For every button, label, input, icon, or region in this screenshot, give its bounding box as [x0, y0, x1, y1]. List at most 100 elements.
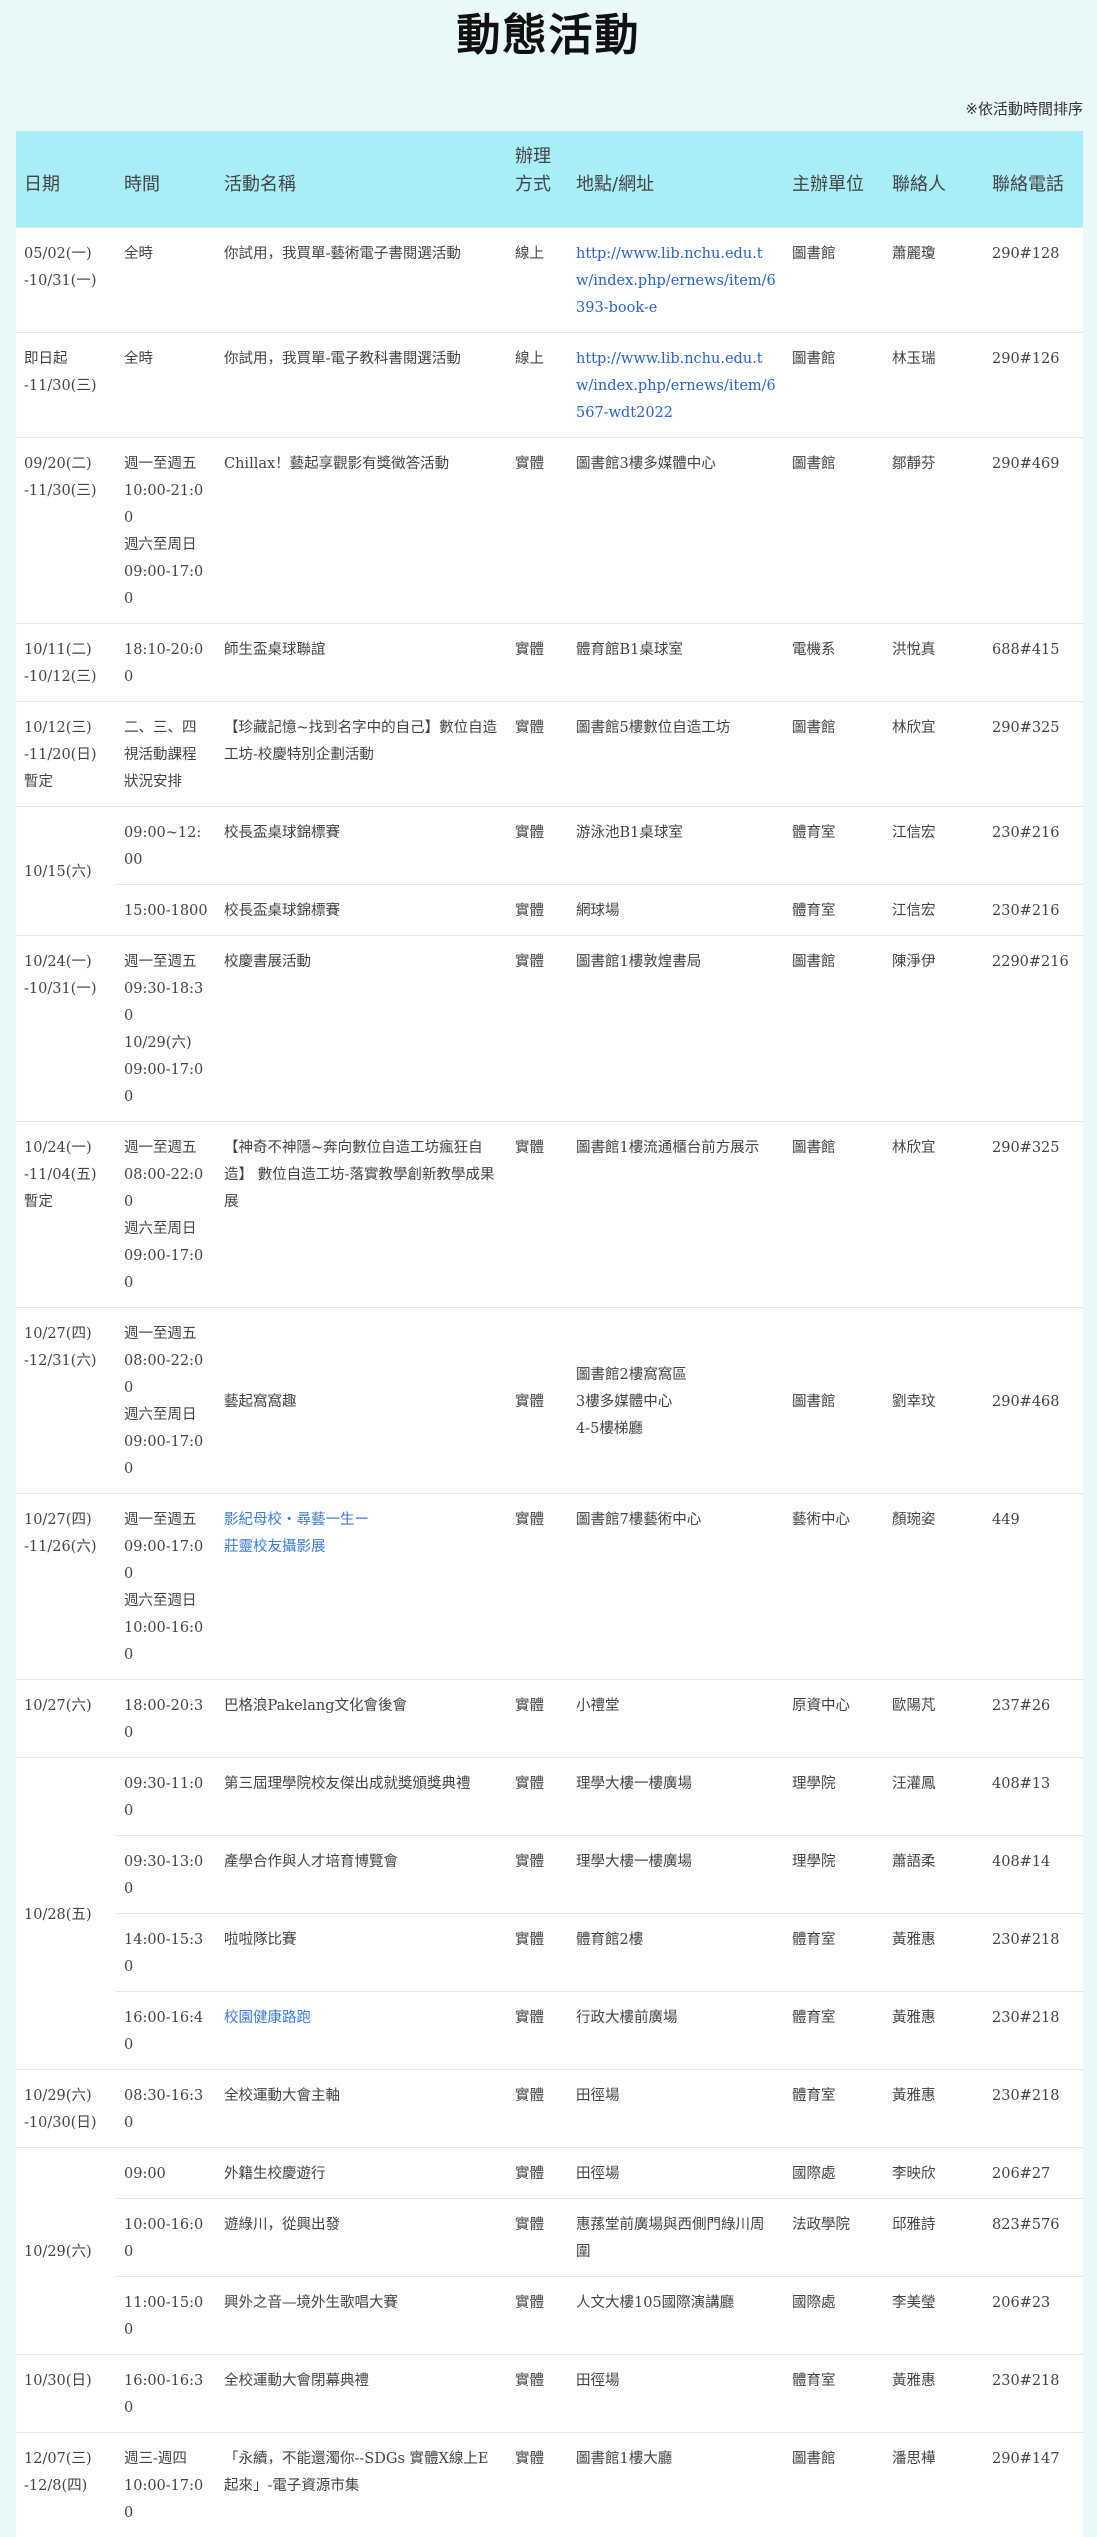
- cell-name: 你試用，我買單-電子教科書閱選活動: [216, 333, 507, 438]
- cell-phone: 237#26: [984, 1680, 1083, 1758]
- activity-name-link[interactable]: 影紀母校‧尋藝一生ー莊靈校友攝影展: [224, 1507, 499, 1561]
- cell-phone: 206#23: [984, 2277, 1083, 2355]
- table-row: 05/02(一)-10/31(一)全時你試用，我買單-藝術電子書閱選活動線上ht…: [16, 228, 1083, 333]
- cell-mode: 實體: [507, 1758, 568, 1836]
- cell-time: 11:00-15:00: [116, 2277, 216, 2355]
- cell-mode: 實體: [507, 624, 568, 702]
- cell-org: 原資中心: [784, 1680, 884, 1758]
- cell-phone: 230#216: [984, 807, 1083, 885]
- cell-mode: 實體: [507, 936, 568, 1122]
- cell-name: 巴格浪Pakelang文化會後會: [216, 1680, 507, 1758]
- cell-time: 15:00-1800: [116, 885, 216, 936]
- page-title: 動態活動: [0, 0, 1097, 70]
- cell-date: 10/11(二)-10/12(三): [16, 624, 116, 702]
- cell-place: 圖書館1樓大廳: [568, 2433, 784, 2537]
- cell-contact: 李映欣: [884, 2148, 984, 2199]
- cell-org: 藝術中心: [784, 1494, 884, 1680]
- cell-place: 理學大樓一樓廣場: [568, 1758, 784, 1836]
- cell-mode: 實體: [507, 1680, 568, 1758]
- cell-name: 【神奇不神隱~奔向數位自造工坊瘋狂自造】 數位自造工坊-落實教學創新教學成果展: [216, 1122, 507, 1308]
- cell-time: 14:00-15:30: [116, 1914, 216, 1992]
- table-row: 10/29(六)-10/30(日)08:30-16:30全校運動大會主軸實體田徑…: [16, 2070, 1083, 2148]
- table-row: 10/11(二)-10/12(三)18:10-20:00師生盃桌球聯誼實體體育館…: [16, 624, 1083, 702]
- cell-org: 圖書館: [784, 438, 884, 624]
- cell-phone: 408#13: [984, 1758, 1083, 1836]
- cell-phone: 230#218: [984, 2070, 1083, 2148]
- cell-mode: 線上: [507, 333, 568, 438]
- cell-org: 體育室: [784, 2070, 884, 2148]
- cell-name: 外籍生校慶遊行: [216, 2148, 507, 2199]
- activity-url-link[interactable]: http://www.lib.nchu.edu.tw/index.php/ern…: [576, 351, 776, 421]
- table-row: 09/20(二)-11/30(三)週一至週五10:00-21:00週六至周日09…: [16, 438, 1083, 624]
- cell-contact: 歐陽芃: [884, 1680, 984, 1758]
- cell-place: 田徑場: [568, 2355, 784, 2433]
- header-org: 主辦單位: [784, 131, 884, 228]
- header-time: 時間: [116, 131, 216, 228]
- cell-contact: 江信宏: [884, 885, 984, 936]
- cell-date: 10/24(一)-11/04(五)暫定: [16, 1122, 116, 1308]
- cell-name: 師生盃桌球聯誼: [216, 624, 507, 702]
- cell-org: 體育室: [784, 885, 884, 936]
- cell-mode: 實體: [507, 1308, 568, 1494]
- cell-mode: 實體: [507, 1494, 568, 1680]
- cell-contact: 陳淨伊: [884, 936, 984, 1122]
- cell-contact: 林玉瑞: [884, 333, 984, 438]
- cell-date: 10/27(四)-11/26(六): [16, 1494, 116, 1680]
- cell-org: 圖書館: [784, 1308, 884, 1494]
- cell-name: 全校運動大會主軸: [216, 2070, 507, 2148]
- cell-org: 圖書館: [784, 1122, 884, 1308]
- cell-date: 10/12(三)-11/20(日)暫定: [16, 702, 116, 807]
- table-row: 10/27(四)-11/26(六)週一至週五09:00-17:00週六至週日10…: [16, 1494, 1083, 1680]
- cell-mode: 實體: [507, 2199, 568, 2277]
- cell-time: 16:00-16:40: [116, 1992, 216, 2070]
- cell-mode: 實體: [507, 2148, 568, 2199]
- cell-time: 週一至週五09:30-18:3010/29(六)09:00-17:00: [116, 936, 216, 1122]
- cell-phone: 230#216: [984, 885, 1083, 936]
- cell-org: 圖書館: [784, 333, 884, 438]
- cell-time: 16:00-16:30: [116, 2355, 216, 2433]
- events-table: 日期 時間 活動名稱 辦理方式 地點/網址 主辦單位 聯絡人 聯絡電話 05/0…: [16, 131, 1083, 2537]
- cell-date: 10/27(四)-12/31(六): [16, 1308, 116, 1494]
- cell-place: 游泳池B1桌球室: [568, 807, 784, 885]
- cell-time: 全時: [116, 333, 216, 438]
- cell-org: 國際處: [784, 2277, 884, 2355]
- cell-name: 校長盃桌球錦標賽: [216, 885, 507, 936]
- table-header-row: 日期 時間 活動名稱 辦理方式 地點/網址 主辦單位 聯絡人 聯絡電話: [16, 131, 1083, 228]
- cell-place: 體育館B1桌球室: [568, 624, 784, 702]
- cell-place: 體育館2樓: [568, 1914, 784, 1992]
- cell-name: 啦啦隊比賽: [216, 1914, 507, 1992]
- cell-place: 小禮堂: [568, 1680, 784, 1758]
- cell-time: 週一至週五08:00-22:00週六至周日09:00-17:00: [116, 1308, 216, 1494]
- cell-phone: 408#14: [984, 1836, 1083, 1914]
- cell-time: 09:30-13:00: [116, 1836, 216, 1914]
- cell-mode: 實體: [507, 1122, 568, 1308]
- cell-org: 國際處: [784, 2148, 884, 2199]
- cell-name: 【珍藏記憶~找到名字中的自己】數位自造工坊-校慶特別企劃活動: [216, 702, 507, 807]
- cell-date: 10/29(六): [16, 2148, 116, 2355]
- cell-time: 全時: [116, 228, 216, 333]
- cell-name: 校長盃桌球錦標賽: [216, 807, 507, 885]
- cell-phone: 688#415: [984, 624, 1083, 702]
- cell-date: 即日起-11/30(三): [16, 333, 116, 438]
- cell-org: 理學院: [784, 1758, 884, 1836]
- cell-name: 影紀母校‧尋藝一生ー莊靈校友攝影展: [216, 1494, 507, 1680]
- cell-contact: 黃雅惠: [884, 2070, 984, 2148]
- cell-phone: 290#128: [984, 228, 1083, 333]
- cell-place: 人文大樓105國際演講廳: [568, 2277, 784, 2355]
- table-row: 10:00-16:00遊綠川，從興出發實體惠蓀堂前廣場與西側門綠川周圍法政學院邱…: [16, 2199, 1083, 2277]
- cell-phone: 449: [984, 1494, 1083, 1680]
- cell-place: 圖書館1樓敦煌書局: [568, 936, 784, 1122]
- cell-place: 圖書館2樓窩窩區3樓多媒體中心4-5樓梯廳: [568, 1308, 784, 1494]
- cell-place: 理學大樓一樓廣場: [568, 1836, 784, 1914]
- activity-name-link[interactable]: 校園健康路跑: [224, 2005, 499, 2032]
- cell-contact: 鄒靜芬: [884, 438, 984, 624]
- cell-date: 10/28(五): [16, 1758, 116, 2070]
- cell-date: 09/20(二)-11/30(三): [16, 438, 116, 624]
- activity-url-link[interactable]: http://www.lib.nchu.edu.tw/index.php/ern…: [576, 246, 776, 316]
- cell-place: 圖書館1樓流通櫃台前方展示: [568, 1122, 784, 1308]
- cell-time: 週三-週四10:00-17:00: [116, 2433, 216, 2537]
- cell-phone: 823#576: [984, 2199, 1083, 2277]
- cell-phone: 230#218: [984, 1992, 1083, 2070]
- table-row: 10/15(六)09:00~12:00校長盃桌球錦標賽實體游泳池B1桌球室體育室…: [16, 807, 1083, 885]
- cell-mode: 實體: [507, 438, 568, 624]
